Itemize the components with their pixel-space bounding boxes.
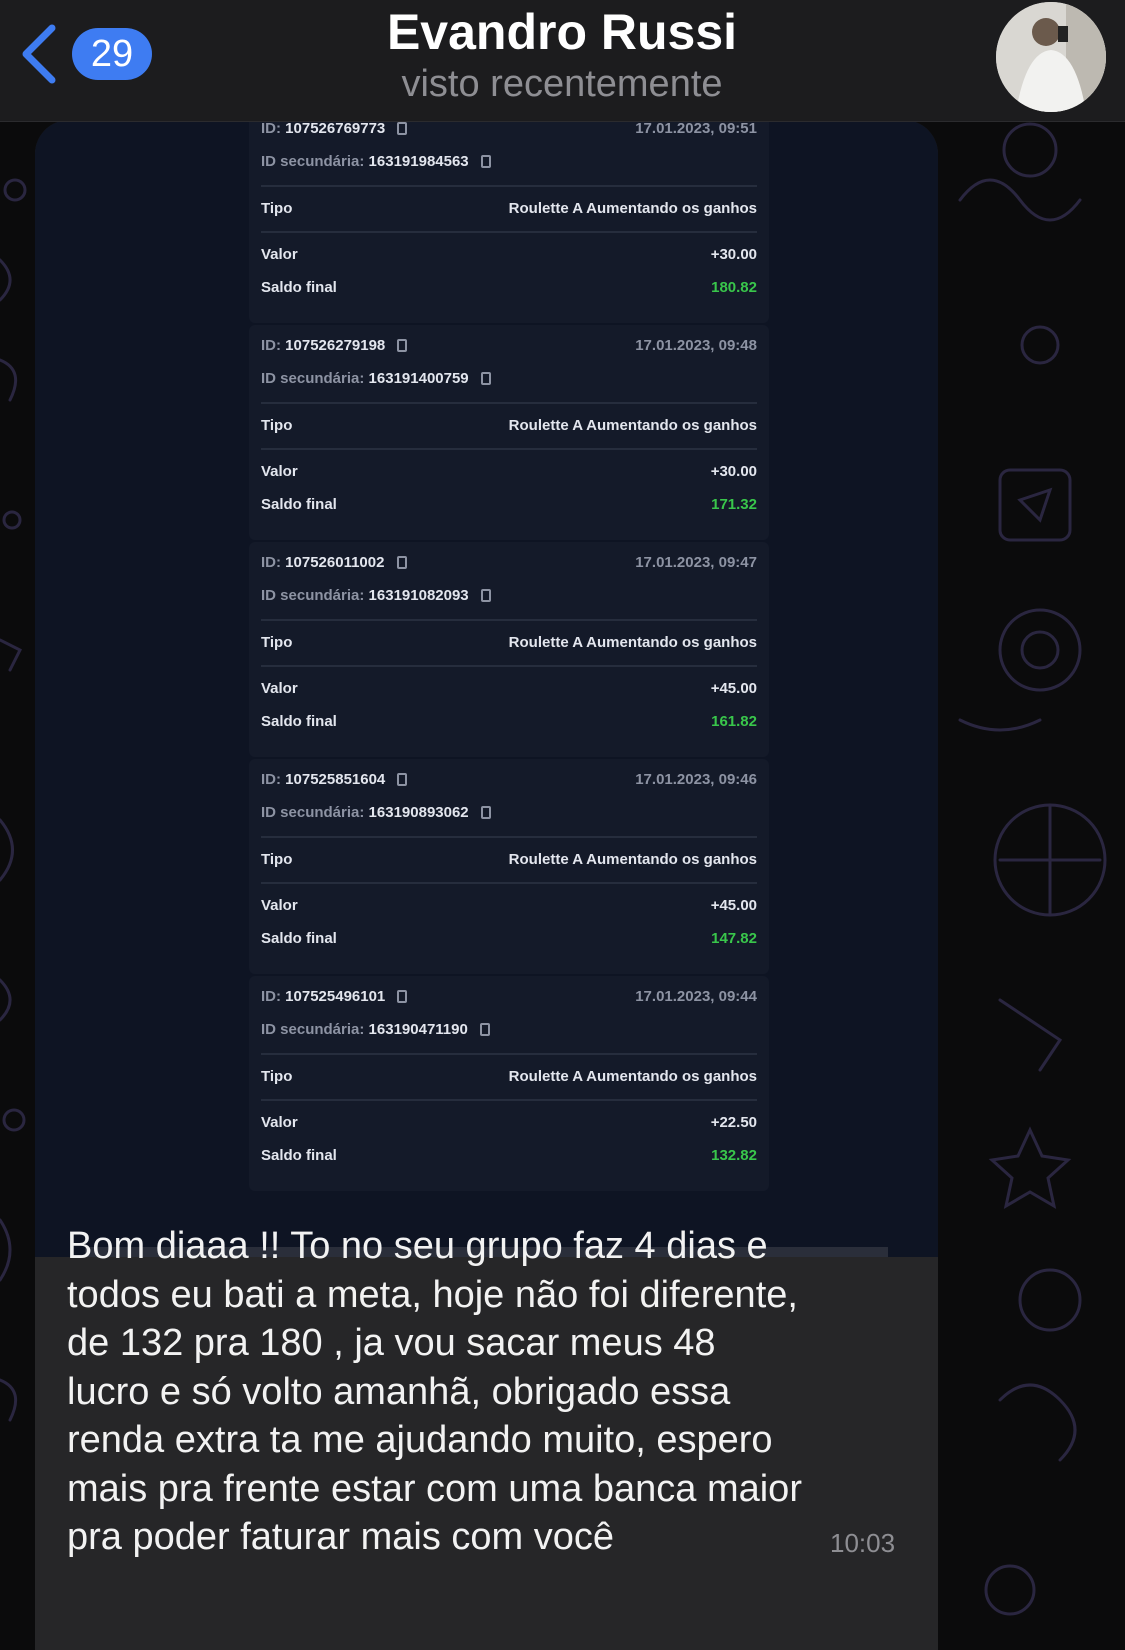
saldo-label: Saldo final — [261, 930, 337, 947]
tipo-value: Roulette A Aumentando os ganhos — [508, 200, 757, 217]
divider — [261, 402, 757, 404]
transaction-date: 17.01.2023, 09:47 — [635, 554, 757, 571]
last-seen-status: visto recentemente — [401, 63, 723, 105]
copy-icon[interactable] — [480, 806, 491, 819]
valor-label: Valor — [261, 897, 298, 914]
saldo-label: Saldo final — [261, 279, 337, 296]
transaction-id: 107526279198 — [285, 337, 386, 354]
secondary-id-label: ID secundária: — [261, 587, 365, 604]
saldo-value: 147.82 — [711, 930, 757, 947]
secondary-id-label: ID secundária: — [261, 1021, 365, 1038]
secondary-id-label: ID secundária: — [261, 804, 365, 821]
divider — [261, 1053, 757, 1055]
avatar-photo — [996, 2, 1106, 112]
transaction-card: ID: 107526011002 17.01.2023, 09:47 ID se… — [249, 542, 769, 757]
transaction-date: 17.01.2023, 09:51 — [635, 120, 757, 137]
transaction-id: 107526011002 — [285, 554, 385, 571]
divider — [261, 231, 757, 233]
valor-value: +22.50 — [710, 1114, 757, 1131]
tipo-label: Tipo — [261, 851, 293, 868]
transaction-date: 17.01.2023, 09:44 — [635, 988, 757, 1005]
secondary-id: 163190893062 — [368, 804, 469, 821]
divider — [261, 836, 757, 838]
message-bubble[interactable]: ID: 107526769773 17.01.2023, 09:51 ID se… — [35, 120, 938, 1650]
transaction-card: ID: 107526279198 17.01.2023, 09:48 ID se… — [249, 325, 769, 540]
copy-icon[interactable] — [480, 1023, 490, 1036]
message-line: pra poder faturar mais com você — [67, 1516, 615, 1558]
tipo-value: Roulette A Aumentando os ganhos — [508, 634, 757, 651]
divider — [261, 1099, 757, 1101]
copy-icon[interactable] — [397, 122, 408, 135]
saldo-value: 180.82 — [711, 279, 757, 296]
avatar[interactable] — [996, 2, 1106, 112]
copy-icon[interactable] — [480, 589, 491, 602]
transaction-date: 17.01.2023, 09:48 — [635, 337, 757, 354]
copy-icon[interactable] — [396, 556, 407, 569]
divider — [261, 185, 757, 187]
back-button[interactable]: 29 — [16, 18, 166, 88]
copy-icon[interactable] — [397, 773, 408, 786]
valor-value: +45.00 — [710, 897, 757, 914]
message-time: 10:03 — [830, 1528, 896, 1558]
tipo-value: Roulette A Aumentando os ganhos — [508, 851, 757, 868]
id-label: ID: — [261, 771, 281, 788]
transaction-card: ID: 107525851604 17.01.2023, 09:46 ID se… — [249, 759, 769, 974]
valor-label: Valor — [261, 246, 298, 263]
tipo-label: Tipo — [261, 1068, 293, 1085]
message-line: todos eu bati a meta, hoje não foi difer… — [67, 1273, 798, 1316]
tipo-value: Roulette A Aumentando os ganhos — [508, 1068, 757, 1085]
saldo-value: 171.32 — [711, 496, 757, 513]
divider — [261, 619, 757, 621]
copy-icon[interactable] — [480, 372, 491, 385]
id-label: ID: — [261, 337, 281, 354]
secondary-id: 163191082093 — [368, 587, 469, 604]
secondary-id: 163190471190 — [368, 1021, 468, 1038]
valor-value: +30.00 — [710, 246, 757, 263]
transaction-id: 107525851604 — [285, 771, 386, 788]
id-label: ID: — [261, 988, 281, 1005]
saldo-value: 161.82 — [711, 713, 757, 730]
transaction-id: 107525496101 — [285, 988, 386, 1005]
valor-value: +30.00 — [710, 463, 757, 480]
secondary-id-label: ID secundária: — [261, 370, 365, 387]
saldo-value: 132.82 — [711, 1147, 757, 1164]
chat-header: 29 Evandro Russi visto recentemente — [0, 0, 1125, 122]
valor-label: Valor — [261, 680, 298, 697]
transaction-id: 107526769773 — [285, 120, 386, 137]
tipo-label: Tipo — [261, 634, 293, 651]
message-line: Bom diaaa !! To no seu grupo faz 4 dias … — [67, 1225, 768, 1267]
chevron-left-icon — [22, 24, 56, 84]
divider — [261, 448, 757, 450]
copy-icon[interactable] — [397, 990, 408, 1003]
secondary-id-label: ID secundária: — [261, 153, 365, 170]
tipo-label: Tipo — [261, 417, 293, 434]
saldo-label: Saldo final — [261, 496, 337, 513]
transaction-card: ID: 107525496101 17.01.2023, 09:44 ID se… — [249, 976, 769, 1191]
message-text: Bom diaaa !! To no seu grupo faz 4 dias … — [67, 1222, 897, 1562]
valor-label: Valor — [261, 463, 298, 480]
id-label: ID: — [261, 554, 281, 571]
message-line: renda extra ta me ajudando muito, espero — [67, 1419, 773, 1461]
copy-icon[interactable] — [397, 339, 408, 352]
copy-icon[interactable] — [480, 155, 491, 168]
unread-count-badge: 29 — [72, 28, 152, 80]
divider — [261, 882, 757, 884]
transaction-date: 17.01.2023, 09:46 — [635, 771, 757, 788]
message-line: de 132 pra 180 , ja vou sacar meus 48 — [67, 1322, 716, 1364]
attached-screenshot[interactable]: ID: 107526769773 17.01.2023, 09:51 ID se… — [35, 120, 938, 1257]
valor-value: +45.00 — [710, 680, 757, 697]
contact-name[interactable]: Evandro Russi — [262, 2, 862, 62]
secondary-id: 163191984563 — [368, 153, 469, 170]
divider — [261, 665, 757, 667]
tipo-label: Tipo — [261, 200, 293, 217]
message-line: mais pra frente estar com uma banca maio… — [67, 1467, 802, 1510]
tipo-value: Roulette A Aumentando os ganhos — [508, 417, 757, 434]
saldo-label: Saldo final — [261, 1147, 337, 1164]
message-line: lucro e só volto amanhã, obrigado essa — [67, 1370, 731, 1413]
saldo-label: Saldo final — [261, 713, 337, 730]
valor-label: Valor — [261, 1114, 298, 1131]
transaction-card: ID: 107526769773 17.01.2023, 09:51 ID se… — [249, 120, 769, 323]
id-label: ID: — [261, 120, 281, 137]
secondary-id: 163191400759 — [368, 370, 469, 387]
